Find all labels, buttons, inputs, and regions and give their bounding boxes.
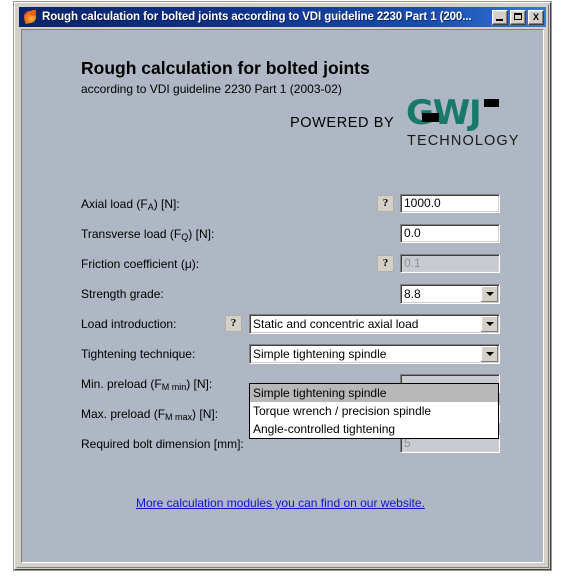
minimize-icon [496,18,503,21]
help-button[interactable]: ? [377,255,394,272]
gwj-logo-letters: GWJ [406,93,482,133]
chevron-down-icon[interactable] [481,286,498,302]
logo-block-right [484,99,499,107]
gwj-logo-mark: GWJ [406,96,502,130]
dropdown-option[interactable]: Simple tightening spindle [250,384,498,402]
field-label: Required bolt dimension [mm]: [81,437,244,451]
form-row: Tightening technique: Simple tightening s… [22,344,543,366]
field-label: Max. preload (FM max) [N]: [81,407,219,422]
label-subscript: M min [161,382,187,392]
website-link[interactable]: More calculation modules you can find on… [136,496,425,510]
field-label: Tightening technique: [81,347,196,361]
logo-block-left [422,113,439,122]
label-subscript: M max [165,412,193,422]
maximize-icon [514,12,522,20]
text-input[interactable]: 0.0 [400,224,500,243]
combo-box[interactable]: 8.8 [400,284,500,304]
page-subtitle: according to VDI guideline 2230 Part 1 (… [81,82,342,96]
window-title: Rough calculation for bolted joints acco… [42,11,472,23]
field-label: Friction coefficient (μ): [81,257,200,271]
window-titlebar[interactable]: Rough calculation for bolted joints acco… [19,7,546,27]
field-label: Transverse load (FQ) [N]: [81,227,215,242]
application-window: Rough calculation for bolted joints acco… [14,2,551,570]
field-label: Strength grade: [81,287,164,301]
dropdown-option[interactable]: Angle-controlled tightening [250,420,498,438]
window-client-area: Rough calculation for bolted joints acco… [21,29,544,563]
form-row: Friction coefficient (μ):? 0.1 [22,254,543,276]
close-button[interactable]: X [528,9,544,25]
close-icon: X [532,12,539,22]
window-inner-frame: Rough calculation for bolted joints acco… [16,4,549,568]
gwj-logo: GWJ TECHNOLOGY [406,96,518,152]
powered-by-label: POWERED BY [290,115,395,131]
help-button[interactable]: ? [225,315,242,332]
page-title: Rough calculation for bolted joints [81,58,370,78]
field-label: Load introduction: [81,317,177,331]
dropdown-option[interactable]: Torque wrench / precision spindle [250,402,498,420]
maximize-button[interactable] [510,9,526,25]
form-row: Strength grade: 8.8 [22,284,543,306]
gwj-logo-wordmark: TECHNOLOGY [407,133,520,149]
field-label: Axial load (FA) [N]: [81,197,180,212]
firefox-icon [22,9,38,25]
chevron-down-icon[interactable] [481,346,498,362]
window-controls: X [488,9,544,25]
text-input[interactable]: 1000.0 [400,194,500,213]
form-row: Load introduction:? Static and concentric… [22,314,543,336]
form-row: Axial load (FA) [N]:? 1000.0 [22,194,543,216]
help-button[interactable]: ? [377,195,394,212]
field-label: Min. preload (FM min) [N]: [81,377,213,392]
chevron-down-icon[interactable] [481,316,498,332]
label-subscript: A [147,202,154,212]
combo-box[interactable]: Static and concentric axial load [249,314,500,334]
combo-box[interactable]: Simple tightening spindle [249,344,500,364]
text-input: 0.1 [400,254,500,273]
label-subscript: Q [181,232,189,242]
form-row: Transverse load (FQ) [N]: 0.0 [22,224,543,246]
minimize-button[interactable] [492,9,508,25]
tightening-technique-dropdown-list[interactable]: Simple tightening spindle Torque wrench /… [249,383,499,439]
